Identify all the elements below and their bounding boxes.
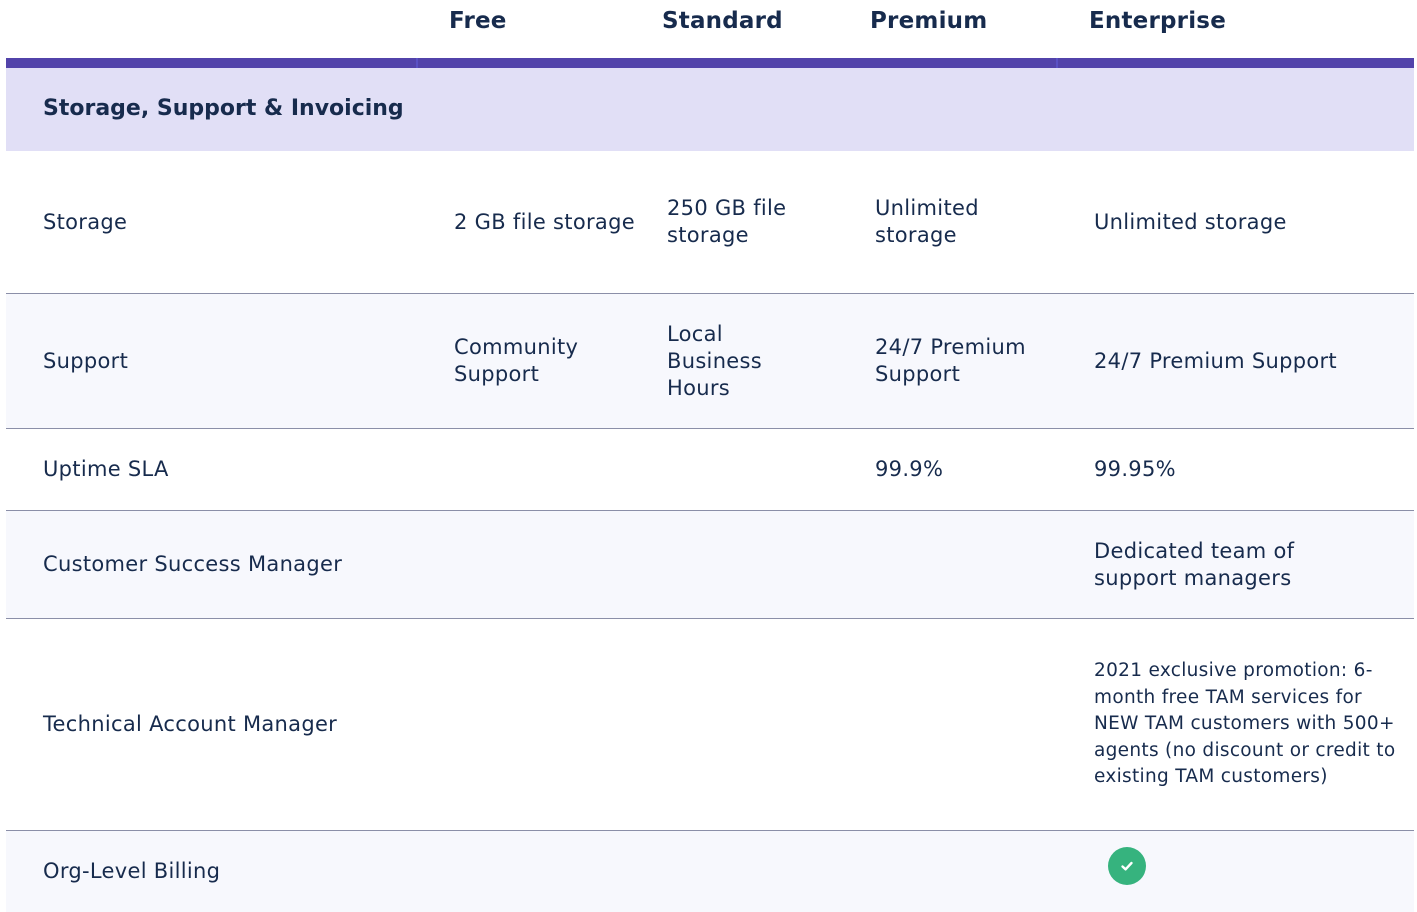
enterprise-value: Unlimited storage xyxy=(1094,151,1404,293)
free-value xyxy=(454,831,654,912)
table-row: Support Community Support Local Business… xyxy=(6,294,1414,429)
checkmark-glyph xyxy=(1121,861,1133,870)
plan-name-standard: Standard xyxy=(662,8,783,34)
enterprise-value: 24/7 Premium Support xyxy=(1094,294,1404,428)
premium-value-text: 24/7 Premium Support xyxy=(875,335,1026,386)
free-value: Community Support xyxy=(454,294,654,428)
plan-name-enterprise: Enterprise xyxy=(1089,8,1227,34)
free-value-text: Community Support xyxy=(454,335,579,386)
premium-value: Unlimited storage xyxy=(875,151,1075,293)
premium-value-text: 99.9% xyxy=(875,457,944,481)
header-accent-divider xyxy=(416,58,418,68)
standard-value xyxy=(667,429,857,510)
standard-value xyxy=(667,619,857,830)
standard-value: Local Business Hours xyxy=(667,294,857,428)
enterprise-value-text: 24/7 Premium Support xyxy=(1094,348,1337,373)
table-row: Storage 2 GB file storage 250 GB file st… xyxy=(6,151,1414,294)
table-row: Uptime SLA 99.9% 99.95% xyxy=(6,429,1414,511)
plan-name-free: Free xyxy=(449,8,507,34)
free-value xyxy=(454,429,654,510)
pricing-comparison-table: Free Standard Premium Enterprise Storage… xyxy=(0,0,1417,912)
table-row: Customer Success Manager Dedicated team … xyxy=(6,511,1414,619)
enterprise-value-text: 2021 exclusive promotion: 6-month free T… xyxy=(1094,660,1396,788)
header-accent-divider xyxy=(1056,58,1058,68)
enterprise-value: 99.95% xyxy=(1094,429,1404,510)
feature-label: Uptime SLA xyxy=(43,457,169,481)
enterprise-value: Dedicated team of support managers xyxy=(1094,511,1404,618)
free-value: 2 GB file storage xyxy=(454,151,654,293)
premium-value: 99.9% xyxy=(875,429,1075,510)
header-accent-bar xyxy=(6,58,1414,68)
feature-label: Org-Level Billing xyxy=(43,859,221,883)
section-title: Storage, Support & Invoicing xyxy=(43,96,404,121)
enterprise-value: 2021 exclusive promotion: 6-month free T… xyxy=(1094,619,1404,830)
feature-label: Storage xyxy=(43,209,128,234)
standard-value: 250 GB file storage xyxy=(667,151,857,293)
enterprise-value xyxy=(1094,831,1404,912)
free-value xyxy=(454,511,654,618)
check-circle-icon xyxy=(1108,846,1146,885)
plan-header-row: Free Standard Premium Enterprise xyxy=(0,0,1417,58)
premium-value: 24/7 Premium Support xyxy=(875,294,1075,428)
table-row: Technical Account Manager 2021 exclusive… xyxy=(6,619,1414,831)
free-value xyxy=(454,619,654,830)
premium-value xyxy=(875,831,1075,912)
premium-value-text: Unlimited storage xyxy=(875,196,979,247)
free-value-text: 2 GB file storage xyxy=(454,209,635,234)
feature-label: Customer Success Manager xyxy=(43,552,343,576)
standard-value xyxy=(667,511,857,618)
premium-value xyxy=(875,619,1075,830)
enterprise-value-text: 99.95% xyxy=(1094,457,1176,481)
enterprise-value-text: Unlimited storage xyxy=(1094,209,1287,234)
standard-value-text: 250 GB file storage xyxy=(667,196,787,247)
plan-name-premium: Premium xyxy=(870,8,988,34)
table-row: Org-Level Billing xyxy=(6,831,1414,912)
standard-value-text: Local Business Hours xyxy=(667,321,763,400)
enterprise-value-text: Dedicated team of support managers xyxy=(1094,538,1295,590)
feature-label: Technical Account Manager xyxy=(43,712,338,736)
section-header: Storage, Support & Invoicing xyxy=(6,68,1414,151)
standard-value xyxy=(667,831,857,912)
feature-label: Support xyxy=(43,348,129,373)
premium-value xyxy=(875,511,1075,618)
